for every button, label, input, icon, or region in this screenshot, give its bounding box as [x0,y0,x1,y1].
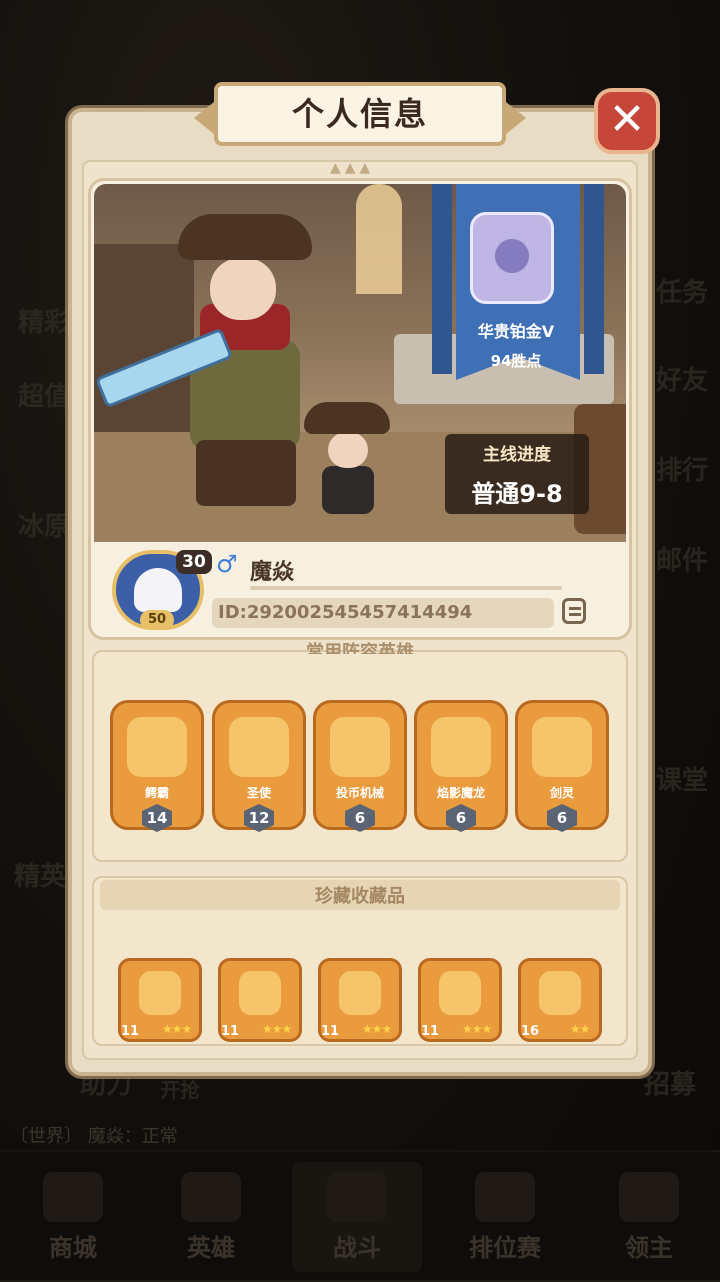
hero-name: 鳄霸 [144,786,169,800]
player-id: ID:292002545457414494 [218,602,473,623]
player-name: 魔焱 [250,560,295,585]
copy-icon[interactable] [562,598,586,624]
hero-name: 圣使 [246,786,271,800]
hero-face [210,258,276,320]
name-underline [250,586,562,590]
banner-side [584,184,604,374]
rank-points: 94胜点 [490,352,542,370]
collectible-stars: ★★★ [462,1022,492,1036]
avatar-level-badge: 50 [140,610,174,630]
decor-dots: ▲▲▲ [330,160,375,176]
male-icon: ♂ [216,550,238,578]
hero-name: 投币机械 [335,786,384,800]
rank-emblem-icon [470,212,554,304]
hero-portrait [532,717,592,777]
collectible-count: 11 [221,1024,240,1039]
collectible-stars: ★★ [570,1022,590,1036]
collectible-stars: ★★★ [362,1022,392,1036]
collectible-count: 11 [421,1024,440,1039]
collectible-image [539,971,581,1015]
progress-label: 主线进度 [483,445,551,465]
progress-value: 普通9-8 [471,480,563,508]
close-button[interactable]: ✕ [594,88,660,154]
collectible-image [339,971,381,1015]
hero-portrait [229,717,289,777]
collectible-stars: ★★★ [162,1022,192,1036]
hero-name: 焰影魔龙 [436,786,485,800]
rank-name: 华贵铂金V [477,322,555,341]
collection-title: 珍藏收藏品 [315,886,405,907]
scene-window [356,184,402,294]
banner-side [432,184,452,374]
pet-face [328,432,368,468]
collectible-image [239,971,281,1015]
hero-hat [178,214,312,260]
pet-hat [304,402,390,434]
heroes-title: 常用阵容英雄 [306,642,414,654]
collectible-image [439,971,481,1015]
pet-body [322,466,374,514]
dialog-title: 个人信息 [214,82,506,146]
hero-portrait [431,717,491,777]
hero-portrait [330,717,390,777]
hero-boots [196,440,296,506]
collectible-stars: ★★★ [262,1022,292,1036]
player-level: 30 [176,550,212,574]
hero-portrait [127,717,187,777]
collectible-image [139,971,181,1015]
collectible-count: 11 [121,1024,140,1039]
hero-name: 剑灵 [549,786,574,800]
ghost-avatar-icon [134,568,182,612]
collectible-count: 11 [321,1024,340,1039]
pet-figure [302,400,392,516]
collectible-count: 16 [521,1024,540,1039]
